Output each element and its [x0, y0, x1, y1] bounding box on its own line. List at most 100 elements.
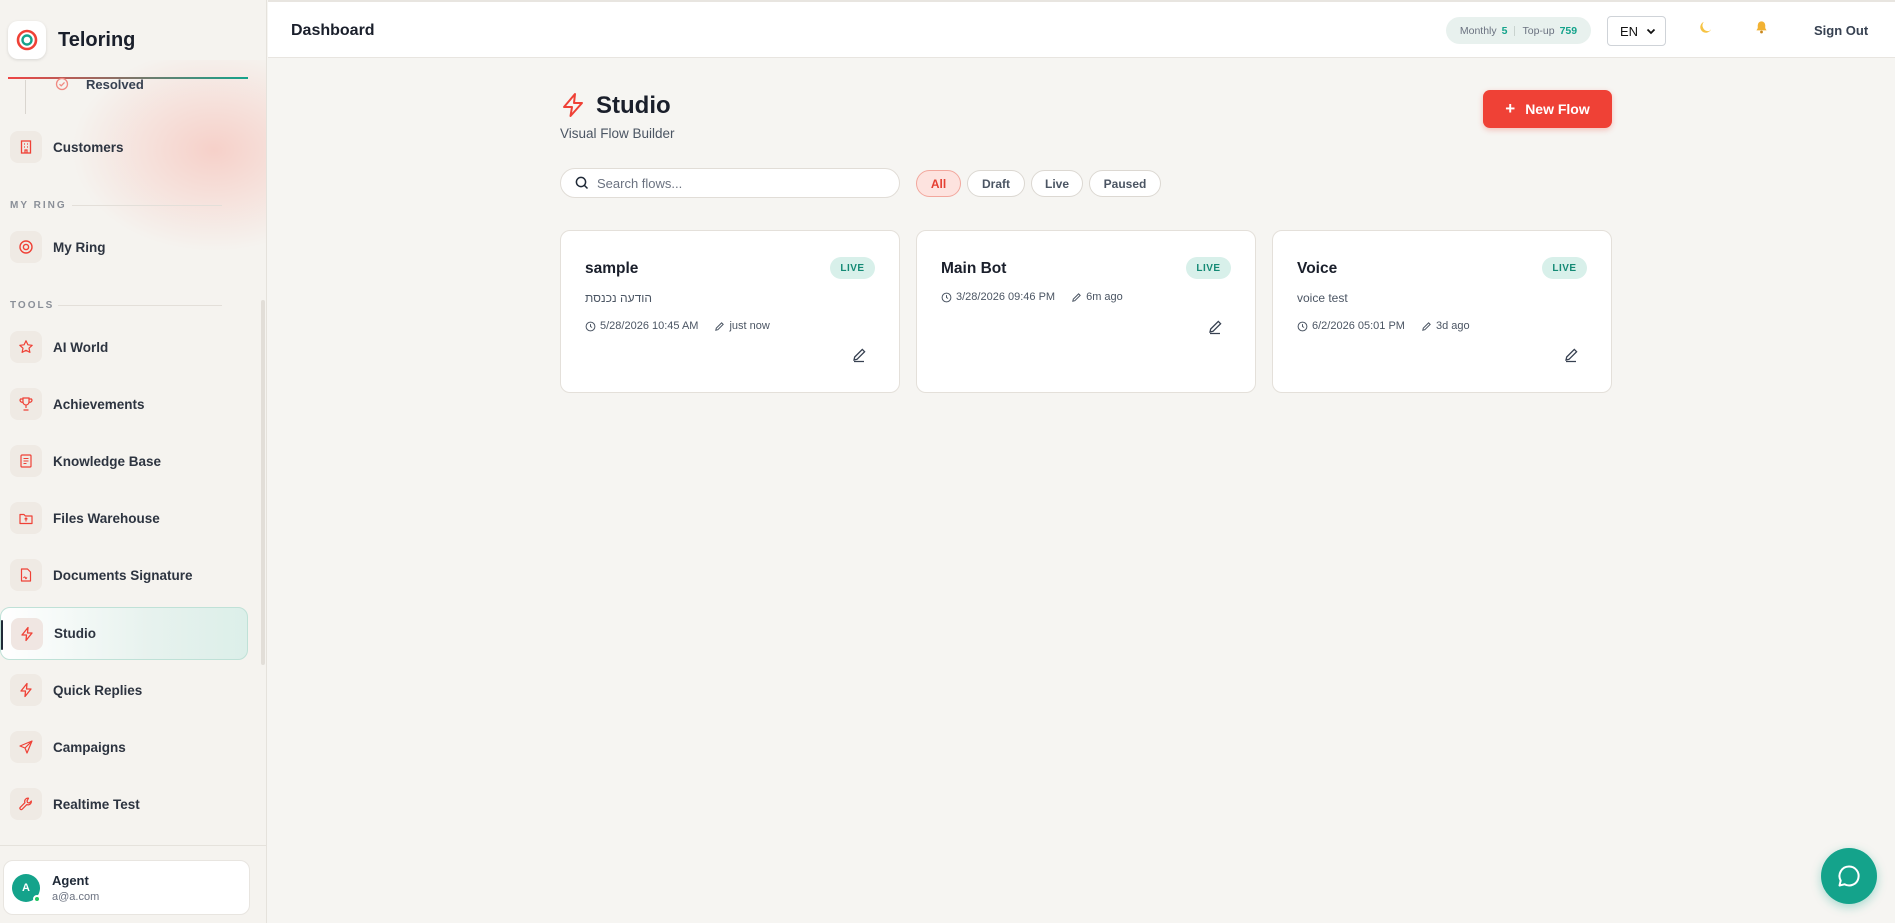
filter-paused[interactable]: Paused — [1089, 170, 1161, 197]
sidebar-item-documents-signature[interactable]: Documents Signature — [0, 548, 248, 602]
star-icon — [10, 331, 42, 363]
section-divider — [58, 305, 222, 306]
chat-support-button[interactable] — [1821, 848, 1877, 904]
pencil-icon — [715, 321, 725, 331]
sidebar-item-label: Knowledge Base — [53, 453, 162, 469]
lightning-icon — [11, 617, 43, 650]
document-icon — [10, 445, 42, 477]
sidebar-item-label: Campaigns — [53, 739, 126, 755]
flow-description: voice test — [1297, 291, 1348, 305]
sidebar-item-ai-world[interactable]: AI World — [0, 320, 248, 374]
new-flow-label: New Flow — [1525, 101, 1590, 117]
sidebar-subitem-label: Resolved — [86, 76, 144, 92]
monthly-credits-value: 5 — [1501, 24, 1508, 37]
sidebar-item-label: Quick Replies — [53, 682, 143, 698]
sidebar-item-label: Realtime Test — [53, 796, 140, 812]
edit-pencil-icon[interactable] — [1563, 347, 1579, 363]
flow-name: Voice — [1297, 260, 1338, 277]
filter-all[interactable]: All — [916, 170, 961, 197]
sidebar-scrollbar[interactable] — [261, 300, 265, 665]
new-flow-button[interactable]: + New Flow — [1483, 90, 1612, 128]
status-badge: LIVE — [1542, 257, 1587, 279]
credits-badge: Monthly 5 Top-up 759 — [1446, 17, 1591, 44]
flow-meta: 6/2/2026 05:01 PM 3d ago — [1297, 320, 1486, 332]
sidebar-item-my-ring[interactable]: My Ring — [0, 220, 248, 274]
submenu-guide-line — [25, 80, 26, 114]
flow-card-sample[interactable]: sample LIVE הודעה נכנסת 5/28/2026 10:45 … — [560, 230, 900, 393]
sidebar-item-campaigns[interactable]: Campaigns — [0, 720, 248, 774]
brand[interactable]: Teloring — [0, 0, 266, 80]
plus-icon: + — [1505, 99, 1516, 118]
monthly-credits-label: Monthly — [1459, 24, 1497, 37]
edit-pencil-icon[interactable] — [1207, 319, 1223, 335]
flow-edited-time: 3d ago — [1435, 320, 1470, 332]
sidebar-item-achievements[interactable]: Achievements — [0, 377, 248, 431]
search-icon — [575, 176, 589, 190]
status-badge: LIVE — [1186, 257, 1231, 279]
clock-icon — [1297, 321, 1308, 331]
filter-draft[interactable]: Draft — [967, 170, 1025, 197]
folder-upload-icon — [10, 502, 42, 534]
clock-icon — [585, 321, 596, 331]
avatar: A — [12, 873, 41, 903]
trophy-icon — [10, 388, 42, 420]
sidebar: Teloring Resolved Customers MY RING My R… — [0, 0, 267, 923]
page-subtitle: Visual Flow Builder — [560, 126, 675, 141]
sidebar-item-label: Studio — [54, 626, 96, 641]
sidebar-subitem-resolved[interactable]: Resolved — [52, 74, 144, 94]
flow-name: Main Bot — [941, 260, 1007, 277]
sidebar-item-label: Achievements — [53, 396, 145, 412]
credits-separator — [1514, 25, 1516, 36]
flow-name: sample — [585, 260, 639, 277]
sidebar-footer-divider — [0, 845, 266, 846]
wrench-icon — [10, 788, 42, 820]
topbar: Dashboard Monthly 5 Top-up 759 EN Sign O… — [268, 0, 1895, 58]
section-divider — [72, 205, 222, 206]
user-card[interactable]: A Agent a@a.com — [3, 860, 250, 915]
topup-credits-label: Top-up — [1522, 24, 1555, 37]
language-select[interactable]: EN — [1607, 16, 1666, 46]
lightning-icon — [10, 674, 42, 706]
online-status-dot — [33, 894, 41, 903]
lightning-icon — [560, 92, 586, 123]
sidebar-item-quick-replies[interactable]: Quick Replies — [0, 663, 248, 717]
teloring-logo-icon — [8, 21, 46, 59]
sidebar-item-customers[interactable]: Customers — [0, 120, 248, 174]
bell-icon — [1756, 21, 1767, 34]
avatar-initial: A — [22, 881, 30, 894]
flow-meta: 3/28/2026 09:46 PM 6m ago — [941, 291, 1139, 303]
sidebar-item-label: Documents Signature — [53, 567, 193, 583]
flow-edited-time: just now — [729, 320, 770, 332]
clock-icon — [941, 292, 952, 302]
flow-created-date: 5/28/2026 10:45 AM — [600, 320, 699, 332]
user-email: a@a.com — [52, 890, 100, 903]
flow-card-voice[interactable]: Voice LIVE voice test 6/2/2026 05:01 PM … — [1272, 230, 1612, 393]
sidebar-item-realtime-test[interactable]: Realtime Test — [0, 777, 248, 831]
moon-icon — [1700, 21, 1712, 33]
search-flows-input[interactable] — [597, 175, 887, 191]
pencil-icon — [1422, 321, 1431, 331]
notifications-button[interactable] — [1754, 20, 1769, 39]
chevron-down-icon — [1645, 25, 1657, 40]
sidebar-item-studio[interactable]: Studio — [0, 607, 248, 660]
pencil-icon — [1072, 292, 1081, 302]
flow-created-date: 6/2/2026 05:01 PM — [1312, 320, 1405, 332]
building-icon — [10, 131, 42, 163]
sidebar-item-label: Customers — [53, 139, 124, 155]
chat-bubble-icon — [1838, 865, 1860, 887]
sidebar-item-label: Files Warehouse — [53, 510, 160, 526]
dark-mode-toggle[interactable] — [1698, 20, 1713, 40]
section-label-my-ring: MY RING — [10, 200, 67, 211]
sidebar-item-files-warehouse[interactable]: Files Warehouse — [0, 491, 248, 545]
page-header-title: Dashboard — [291, 22, 375, 39]
flow-card-main-bot[interactable]: Main Bot LIVE 3/28/2026 09:46 PM 6m ago — [916, 230, 1256, 393]
edit-pencil-icon[interactable] — [851, 347, 867, 363]
check-circle-icon — [52, 74, 72, 94]
sidebar-item-knowledge-base[interactable]: Knowledge Base — [0, 434, 248, 488]
sidebar-item-label: My Ring — [53, 239, 106, 255]
filter-live[interactable]: Live — [1031, 170, 1083, 197]
sign-out-button[interactable]: Sign Out — [1814, 23, 1868, 38]
send-icon — [10, 731, 42, 763]
app-name: Teloring — [58, 28, 136, 51]
status-badge: LIVE — [830, 257, 875, 279]
